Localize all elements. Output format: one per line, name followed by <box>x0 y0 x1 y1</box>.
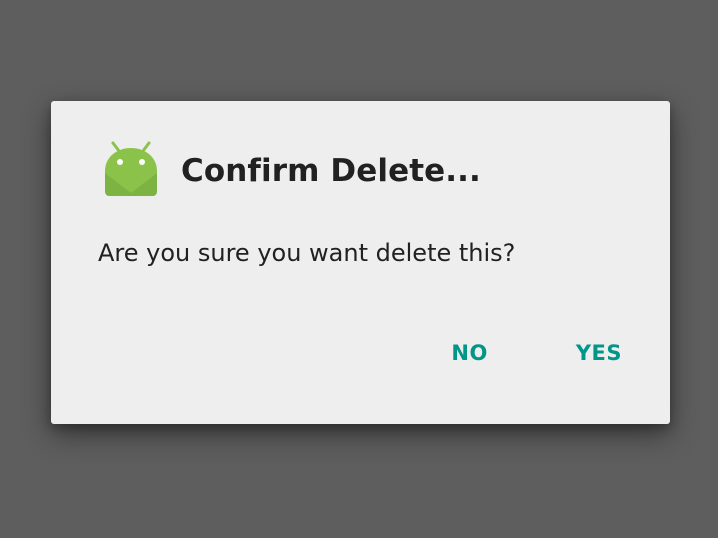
dialog-message: Are you sure you want delete this? <box>98 239 516 267</box>
no-button[interactable]: NO <box>451 341 487 365</box>
dialog-header: Confirm Delete... <box>103 141 481 201</box>
dialog-actions: NO YES <box>451 341 622 365</box>
yes-button[interactable]: YES <box>576 341 622 365</box>
android-app-icon <box>105 141 157 196</box>
confirm-delete-dialog: Confirm Delete... Are you sure you want … <box>51 101 670 424</box>
dialog-title: Confirm Delete... <box>181 153 481 189</box>
